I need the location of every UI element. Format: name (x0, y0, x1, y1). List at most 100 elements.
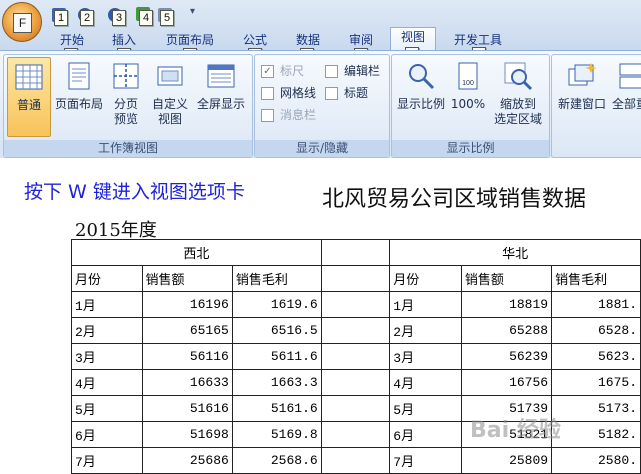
table-cell[interactable]: 5623. (551, 343, 641, 370)
zoom-button[interactable]: 显示比例 (395, 57, 447, 135)
table-cell[interactable]: 51616 (141, 395, 233, 422)
new-window-icon (568, 63, 597, 86)
table-cell[interactable]: 2月 (389, 317, 462, 344)
table-cell[interactable]: 25809 (460, 447, 553, 474)
svg-text:100: 100 (462, 80, 474, 87)
headings-checkbox[interactable]: 标题 (325, 85, 368, 101)
normal-view-button[interactable]: 普通 (7, 57, 51, 137)
spacer-cell[interactable] (320, 317, 391, 344)
spacer-cell[interactable] (320, 239, 391, 266)
message-bar-checkbox[interactable]: 消息栏 (261, 107, 316, 123)
zoom-to-selection-icon (504, 62, 533, 91)
table-cell[interactable]: 1月 (389, 291, 462, 318)
qat-dropdown-icon[interactable]: ▾ (190, 6, 195, 17)
custom-views-label-1: 自定义 (151, 97, 188, 111)
spacer-cell[interactable] (320, 343, 391, 370)
office-button[interactable]: F (2, 2, 42, 42)
table-cell[interactable]: 6月 (389, 421, 462, 448)
table-cell[interactable]: 56116 (141, 343, 233, 370)
gridlines-checkbox[interactable]: 网格线 (261, 85, 316, 101)
table-cell[interactable]: 5182. (551, 421, 641, 448)
header-cell[interactable]: 销售额 (141, 265, 233, 292)
full-screen-button[interactable]: 全屏显示 (194, 57, 248, 135)
table-cell[interactable]: 5月 (389, 395, 462, 422)
table-cell[interactable]: 65165 (141, 317, 233, 344)
zoom-to-selection-button[interactable]: 缩放到 选定区域 (490, 57, 546, 135)
table-cell[interactable]: 18819 (460, 291, 553, 318)
page-layout-view-button[interactable]: 页面布局 (52, 57, 106, 135)
tab-formulas[interactable]: 公式 (236, 31, 274, 49)
table-cell[interactable]: 5月 (71, 395, 143, 422)
spacer-cell[interactable] (320, 291, 391, 318)
table-cell[interactable]: 1619.6 (231, 291, 322, 318)
table-cell[interactable]: 1663.3 (231, 369, 322, 396)
arrange-all-button[interactable]: 全部重 (612, 57, 641, 135)
table-cell[interactable]: 6528. (551, 317, 641, 344)
table-cell[interactable]: 3月 (71, 343, 143, 370)
spacer-cell[interactable] (320, 421, 391, 448)
table-cell[interactable]: 2月 (71, 317, 143, 344)
new-window-label: 新建窗口 (557, 97, 606, 111)
spacer-cell[interactable] (320, 265, 391, 292)
custom-views-button[interactable]: 自定义 视图 (150, 57, 190, 135)
page-break-preview-label-2: 预览 (113, 112, 138, 126)
tab-home[interactable]: 开始 (52, 31, 92, 49)
spacer-cell[interactable] (320, 395, 391, 422)
region-header-north[interactable]: 华北 (389, 239, 641, 266)
table-row: 4月 16633 1663.3 4月 16756 1675. (71, 369, 641, 396)
table-cell[interactable]: 4月 (71, 369, 143, 396)
region-header-northwest[interactable]: 西北 (71, 239, 322, 266)
table-cell[interactable]: 4月 (389, 369, 462, 396)
zoom-100-button[interactable]: 100 100% (450, 57, 486, 135)
table-cell[interactable]: 2580. (551, 447, 641, 474)
table-cell[interactable]: 25686 (141, 447, 233, 474)
table-cell[interactable]: 7月 (71, 447, 143, 474)
formula-bar-checkbox[interactable]: 编辑栏 (325, 63, 380, 79)
spacer-cell[interactable] (320, 447, 391, 474)
instruction-caption: 按下 W 键进入视图选项卡 (24, 181, 245, 203)
table-cell[interactable]: 1675. (551, 369, 641, 396)
table-cell[interactable]: 5173. (551, 395, 641, 422)
table-cell[interactable]: 5161.6 (231, 395, 322, 422)
table-cell[interactable]: 65288 (460, 317, 553, 344)
zoom-label: 显示比例 (396, 97, 445, 111)
tab-page-layout[interactable]: 页面布局 (160, 31, 220, 49)
table-cell[interactable]: 5611.6 (231, 343, 322, 370)
tab-review[interactable]: 审阅 (341, 31, 381, 49)
qat-keytip-2: 2 (80, 10, 94, 26)
table-cell[interactable]: 51698 (141, 421, 233, 448)
new-window-button[interactable]: 新建窗口 (555, 57, 609, 135)
group-show-hide: ✓ 标尺 编辑栏 网格线 标题 消息栏 显示/隐藏 (254, 54, 390, 158)
header-cell[interactable]: 月份 (71, 265, 143, 292)
table-cell[interactable]: 7月 (389, 447, 462, 474)
ruler-checkbox[interactable]: ✓ 标尺 (261, 63, 304, 79)
table-cell[interactable]: 6516.5 (231, 317, 322, 344)
header-cell[interactable]: 月份 (389, 265, 462, 292)
page-break-preview-button[interactable]: 分页 预览 (108, 57, 144, 135)
tab-data[interactable]: 数据 (288, 31, 328, 49)
spacer-cell[interactable] (320, 369, 391, 396)
page-layout-view-label: 页面布局 (54, 97, 103, 111)
header-cell[interactable]: 销售额 (460, 265, 553, 292)
watermark: Bai 经验 (470, 418, 561, 443)
table-cell[interactable]: 1881. (551, 291, 641, 318)
table-cell[interactable]: 56239 (460, 343, 553, 370)
table-cell[interactable]: 16633 (141, 369, 233, 396)
table-cell[interactable]: 16756 (460, 369, 553, 396)
tab-insert[interactable]: 插入 (104, 31, 144, 49)
table-cell[interactable]: 1月 (71, 291, 143, 318)
table-cell[interactable]: 3月 (389, 343, 462, 370)
header-cell[interactable]: 销售毛利 (551, 265, 641, 292)
table-cell[interactable]: 5169.8 (231, 421, 322, 448)
page-layout-view-icon (68, 62, 90, 90)
group-label-workbook-views: 工作簿视图 (4, 140, 252, 157)
header-cell[interactable]: 销售毛利 (231, 265, 322, 292)
sheet-title: 北风贸易公司区域销售数据 (322, 187, 587, 212)
table-cell[interactable]: 16196 (141, 291, 233, 318)
table-cell[interactable]: 2568.6 (231, 447, 322, 474)
page-break-preview-label-1: 分页 (113, 97, 138, 111)
table-cell[interactable]: 6月 (71, 421, 143, 448)
zoom-to-selection-label-2: 选定区域 (493, 112, 542, 126)
group-workbook-views: 普通 页面布局 分页 预览 自定义 视图 全屏显示 工作簿视图 (3, 54, 253, 158)
gridlines-check-box (261, 87, 274, 100)
